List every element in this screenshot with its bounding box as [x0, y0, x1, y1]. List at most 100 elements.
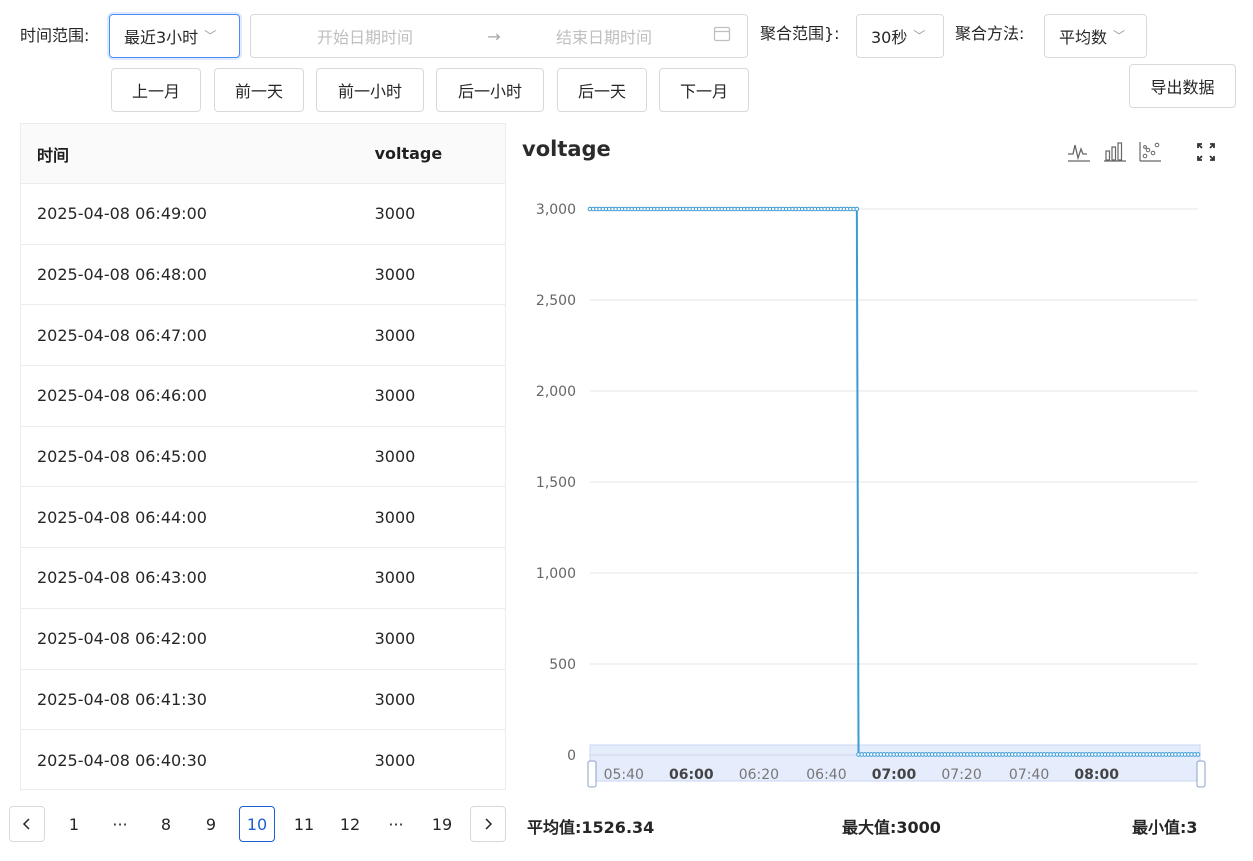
start-date-input[interactable]: 开始日期时间 — [251, 24, 479, 48]
fullscreen-icon[interactable] — [1194, 140, 1218, 164]
zoom-handle-right — [1196, 760, 1206, 788]
column-header-time: 时间 — [37, 145, 70, 165]
time-range-label: 时间范围: — [20, 26, 90, 45]
time-range-value: 最近3小时 — [124, 28, 199, 47]
x-tick-label: 06:00 — [669, 767, 714, 783]
y-tick-label: 2,000 — [536, 384, 576, 400]
voltage-line-chart[interactable]: 0 500 1,000 1,500 2,000 2,500 3,000 05:40 06:00… — [510, 180, 1245, 800]
agg-range-value: 30秒 — [871, 28, 908, 47]
page-item[interactable]: 1 — [56, 806, 92, 842]
cell-voltage: 3000 — [374, 568, 416, 588]
y-tick-label: 2,500 — [536, 293, 576, 309]
page-ellipsis[interactable]: ··· — [378, 806, 414, 842]
min-value: 3 — [1186, 818, 1198, 837]
next-hour-button[interactable]: 后一小时 — [436, 68, 544, 112]
date-range-picker[interactable]: 开始日期时间 → 结束日期时间 — [250, 14, 748, 58]
cell-voltage: 3000 — [374, 751, 416, 771]
max-value: 3000 — [896, 818, 941, 837]
cell-time: 2025-04-08 06:48:00 — [37, 265, 207, 285]
page-current[interactable]: 10 — [239, 806, 275, 842]
cell-time: 2025-04-08 06:49:00 — [37, 204, 207, 224]
agg-range-select[interactable]: 30秒 ﹀ — [856, 14, 944, 58]
cell-time: 2025-04-08 06:46:00 — [37, 386, 207, 406]
data-table: 时间 voltage 2025-04-08 06:49:00 3000 2025-0… — [20, 123, 506, 790]
max-label: 最大值: — [842, 818, 897, 837]
x-tick-label: 07:40 — [1009, 767, 1049, 783]
table-row[interactable]: 2025-04-08 06:44:00 3000 — [21, 487, 505, 549]
data-point — [854, 206, 860, 212]
x-tick-label: 05:40 — [604, 767, 644, 783]
x-tick-label: 06:40 — [806, 767, 846, 783]
page-item[interactable]: 11 — [286, 806, 322, 842]
stat-max: 最大值:3000 — [842, 814, 941, 838]
page-item[interactable]: 9 — [193, 806, 229, 842]
prev-day-button[interactable]: 前一天 — [214, 68, 304, 112]
page-item[interactable]: 12 — [332, 806, 368, 842]
min-label: 最小值: — [1132, 818, 1187, 837]
chevron-down-icon: ﹀ — [913, 28, 926, 43]
agg-range-label: 聚合范围}: — [760, 24, 840, 43]
x-tick-label: 07:00 — [872, 767, 917, 783]
agg-method-select[interactable]: 平均数 ﹀ — [1044, 14, 1147, 58]
cell-voltage: 3000 — [374, 629, 416, 649]
table-header: 时间 voltage — [21, 124, 505, 184]
table-body: 2025-04-08 06:49:00 3000 2025-04-08 06:48:… — [21, 184, 505, 791]
bar-chart-icon[interactable] — [1102, 140, 1128, 164]
chevron-down-icon: ﹀ — [1113, 28, 1126, 43]
end-date-input[interactable]: 结束日期时间 — [509, 24, 699, 48]
x-tick-label: 06:20 — [739, 767, 779, 783]
prev-hour-button[interactable]: 前一小时 — [316, 68, 424, 112]
chevron-down-icon: ﹀ — [204, 28, 217, 43]
prev-month-button[interactable]: 上一月 — [111, 68, 201, 112]
cell-voltage: 3000 — [374, 689, 416, 709]
next-month-button[interactable]: 下一月 — [659, 68, 749, 112]
agg-method-value: 平均数 — [1059, 28, 1108, 47]
time-range-select[interactable]: 最近3小时 ﹀ — [109, 14, 240, 58]
line-chart-icon[interactable] — [1066, 140, 1092, 164]
y-tick-label: 3,000 — [536, 202, 576, 218]
page-ellipsis[interactable]: ··· — [102, 806, 138, 842]
average-label: 平均值: — [527, 818, 582, 837]
cell-time: 2025-04-08 06:47:00 — [37, 325, 207, 345]
column-header-voltage: voltage — [374, 144, 443, 163]
page-item[interactable]: 19 — [424, 806, 460, 842]
table-row[interactable]: 2025-04-08 06:46:00 3000 — [21, 366, 505, 427]
cell-voltage: 3000 — [374, 204, 416, 224]
zoom-handle-left — [587, 760, 597, 788]
cell-voltage: 3000 — [374, 325, 416, 345]
arrow-right-icon: → — [487, 26, 501, 46]
stat-average: 平均值:1526.34 — [527, 814, 654, 838]
cell-time: 2025-04-08 06:43:00 — [37, 568, 207, 588]
chevron-right-icon — [485, 818, 493, 830]
cell-voltage: 3000 — [374, 265, 416, 285]
table-row[interactable]: 2025-04-08 06:40:30 3000 — [21, 730, 505, 791]
cell-voltage: 3000 — [374, 507, 416, 527]
cell-time: 2025-04-08 06:40:30 — [37, 751, 207, 771]
table-row[interactable]: 2025-04-08 06:45:00 3000 — [21, 427, 505, 488]
cell-time: 2025-04-08 06:45:00 — [37, 447, 207, 467]
calendar-icon[interactable] — [713, 25, 731, 47]
cell-time: 2025-04-08 06:42:00 — [37, 629, 207, 649]
table-row[interactable]: 2025-04-08 06:49:00 3000 — [21, 184, 505, 245]
cell-voltage: 3000 — [374, 447, 416, 467]
export-data-button[interactable]: 导出数据 — [1129, 64, 1236, 108]
table-row[interactable]: 2025-04-08 06:47:00 3000 — [21, 305, 505, 367]
scatter-chart-icon[interactable] — [1137, 140, 1163, 164]
cell-time: 2025-04-08 06:41:30 — [37, 689, 207, 709]
agg-method-label: 聚合方法: — [955, 24, 1025, 43]
y-tick-label: 500 — [549, 657, 576, 673]
chart-title: voltage — [522, 137, 611, 161]
next-day-button[interactable]: 后一天 — [557, 68, 647, 112]
chevron-left-icon — [22, 818, 30, 830]
y-tick-label: 1,500 — [536, 475, 576, 491]
y-tick-label: 0 — [567, 748, 576, 764]
table-row[interactable]: 2025-04-08 06:48:00 3000 — [21, 245, 505, 306]
table-row[interactable]: 2025-04-08 06:41:30 3000 — [21, 670, 505, 731]
table-row[interactable]: 2025-04-08 06:42:00 3000 — [21, 609, 505, 670]
next-page-button[interactable] — [470, 806, 506, 842]
data-point — [1195, 752, 1201, 757]
table-row[interactable]: 2025-04-08 06:43:00 3000 — [21, 548, 505, 609]
stat-min: 最小值:3 — [1132, 814, 1198, 838]
page-item[interactable]: 8 — [148, 806, 184, 842]
prev-page-button[interactable] — [9, 806, 45, 842]
